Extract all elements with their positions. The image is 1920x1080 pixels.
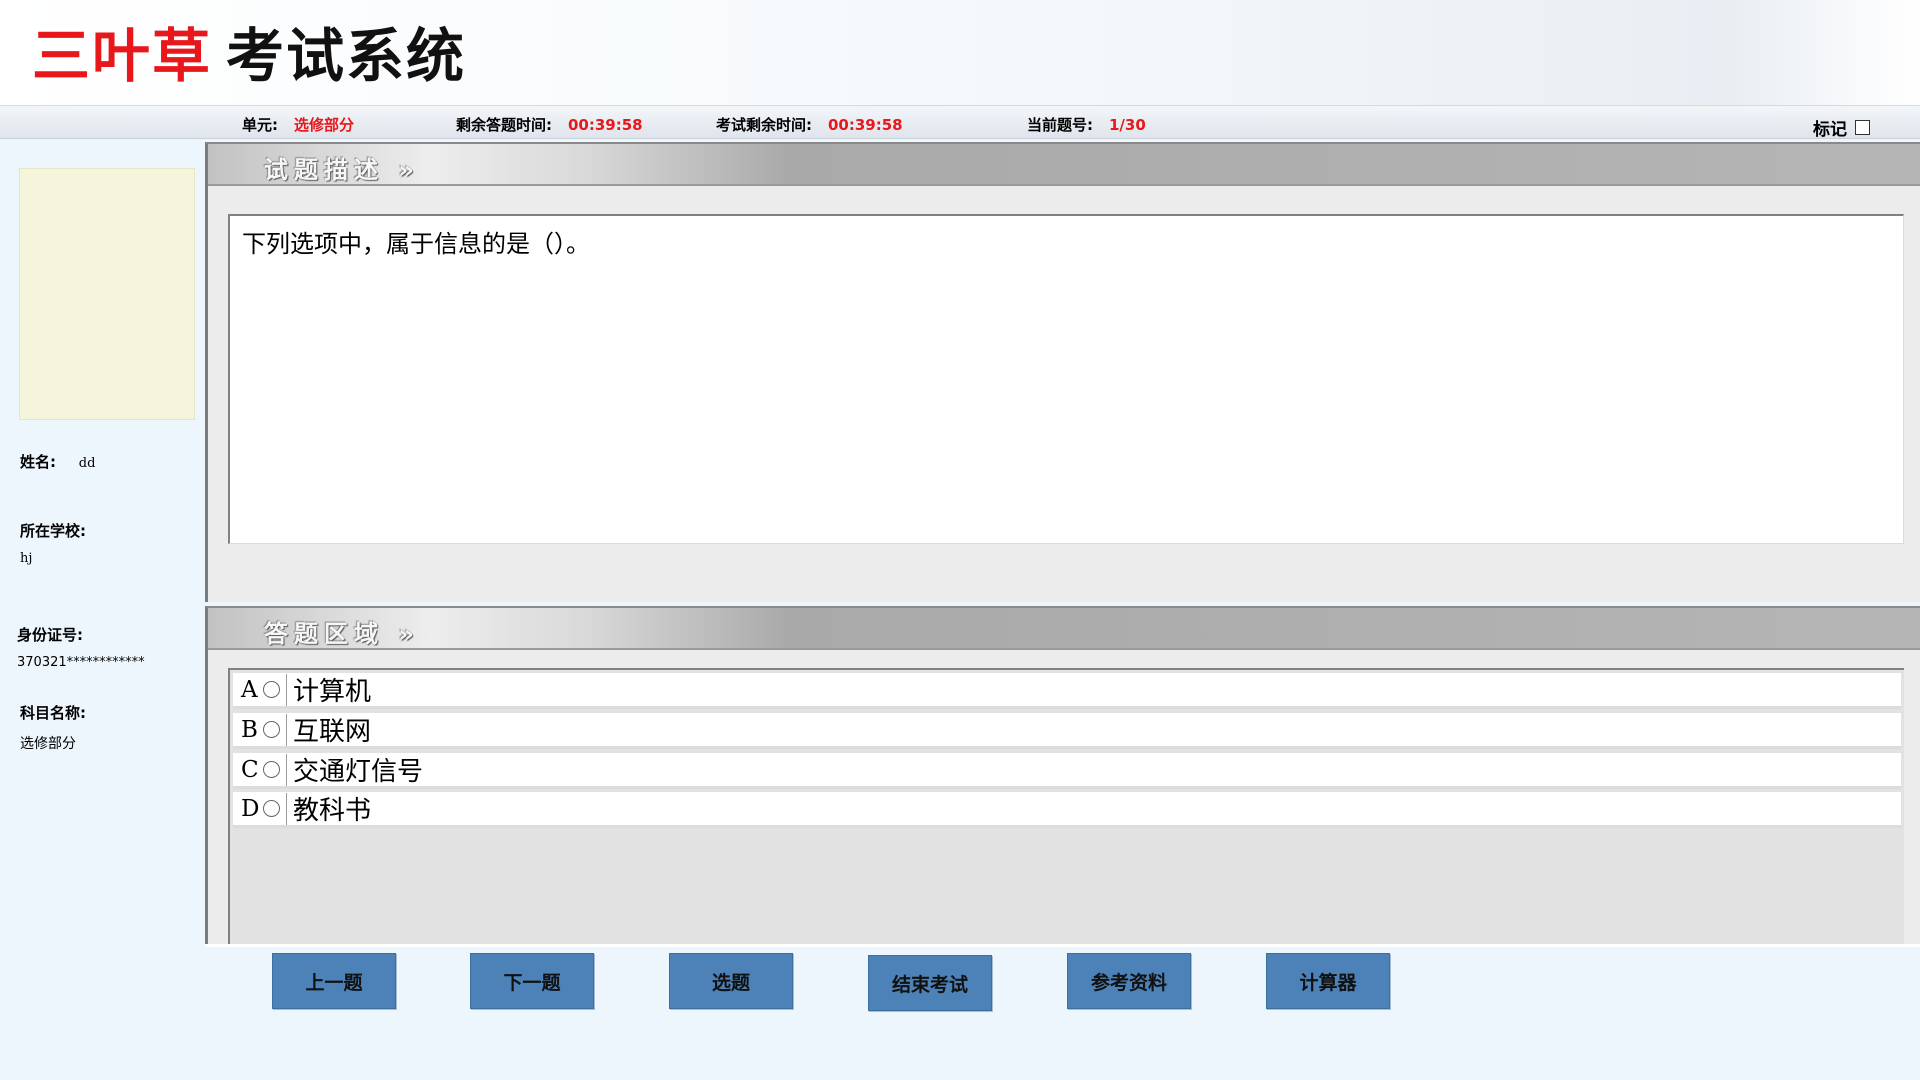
answer-options-box: A 计算机 B 互联网 C 交通灯信号 D 教科书 <box>228 668 1904 944</box>
name-label: 姓名: <box>20 453 56 471</box>
answer-time-info: 剩余答题时间: 00:39:58 <box>456 114 643 135</box>
option-d-radio[interactable] <box>263 800 280 817</box>
answer-panel-header: 答题区域 » <box>208 608 1920 650</box>
id-label: 身份证号: <box>17 626 83 644</box>
exam-info-bar: 单元: 选修部分 剩余答题时间: 00:39:58 考试剩余时间: 00:39:58 … <box>0 105 1920 140</box>
school-field: 所在学校: hj <box>20 520 86 566</box>
option-b-radio[interactable] <box>263 721 280 738</box>
option-b[interactable]: B 互联网 <box>233 713 1901 749</box>
mark-checkbox[interactable] <box>1855 120 1870 135</box>
exam-time-info: 考试剩余时间: 00:39:58 <box>716 114 903 135</box>
option-letter: A <box>241 676 258 703</box>
exam-time-value: 00:39:58 <box>828 116 903 134</box>
id-field: 身份证号: 370321************ <box>17 624 145 670</box>
current-question-value: 1/30 <box>1109 116 1146 134</box>
option-divider <box>286 673 287 706</box>
brand-name: 三叶草 <box>32 22 213 90</box>
option-d[interactable]: D 教科书 <box>233 792 1901 828</box>
current-question-info: 当前题号: 1/30 <box>1027 114 1146 135</box>
question-panel-header: 试题描述 » <box>208 144 1920 186</box>
option-divider <box>286 713 287 746</box>
option-c[interactable]: C 交通灯信号 <box>233 753 1901 789</box>
answer-panel-title: 答题区域 » <box>264 620 420 648</box>
calculator-button[interactable]: 计算器 <box>1266 953 1390 1009</box>
unit-label: 单元: <box>242 116 278 134</box>
option-letter: C <box>241 756 259 783</box>
school-label: 所在学校: <box>20 522 86 540</box>
answer-panel: 答题区域 » A 计算机 B 互联网 C 交通灯信号 D 教科书 <box>205 606 1920 944</box>
unit-value: 选修部分 <box>294 116 355 134</box>
exam-time-label: 考试剩余时间: <box>716 116 812 134</box>
name-value: dd <box>78 456 96 471</box>
subject-field: 科目名称: 选修部分 <box>20 702 86 753</box>
mark-toggle[interactable]: 标记 <box>1813 115 1870 140</box>
prev-question-button[interactable]: 上一题 <box>272 953 396 1009</box>
system-name: 考试系统 <box>226 22 467 90</box>
footer-divider <box>205 944 1920 947</box>
candidate-photo <box>19 168 195 420</box>
option-text: 交通灯信号 <box>293 757 424 787</box>
question-text-box: 下列选项中，属于信息的是（）。 <box>228 214 1904 544</box>
option-divider <box>286 792 287 825</box>
option-letter: B <box>241 716 258 743</box>
question-panel: 试题描述 » 下列选项中，属于信息的是（）。 <box>205 142 1920 602</box>
name-field: 姓名: dd <box>20 451 95 472</box>
select-question-button[interactable]: 选题 <box>669 953 793 1009</box>
id-value: 370321************ <box>17 655 145 670</box>
question-text: 下列选项中，属于信息的是（）。 <box>242 230 590 258</box>
next-question-button[interactable]: 下一题 <box>470 953 594 1009</box>
end-exam-button[interactable]: 结束考试 <box>868 955 992 1011</box>
option-text: 互联网 <box>293 717 372 747</box>
subject-value: 选修部分 <box>20 736 76 752</box>
question-panel-title: 试题描述 » <box>264 156 420 184</box>
candidate-sidebar: 姓名: dd 所在学校: hj 身份证号: 370321************… <box>0 140 205 1080</box>
unit-info: 单元: 选修部分 <box>242 114 354 135</box>
option-a[interactable]: A 计算机 <box>233 673 1901 709</box>
option-a-radio[interactable] <box>263 681 280 698</box>
mark-label: 标记 <box>1813 120 1847 140</box>
app-logo: 三叶草 考试系统 <box>32 18 466 94</box>
option-divider <box>286 753 287 786</box>
option-text: 计算机 <box>293 677 372 707</box>
school-value: hj <box>20 551 33 566</box>
header: 三叶草 考试系统 <box>0 0 1920 105</box>
option-text: 教科书 <box>293 796 372 826</box>
current-question-label: 当前题号: <box>1027 116 1093 134</box>
reference-button[interactable]: 参考资料 <box>1067 953 1191 1009</box>
subject-label: 科目名称: <box>20 704 86 722</box>
option-letter: D <box>241 795 260 822</box>
option-c-radio[interactable] <box>263 761 280 778</box>
answer-time-label: 剩余答题时间: <box>456 116 552 134</box>
answer-time-value: 00:39:58 <box>568 116 643 134</box>
